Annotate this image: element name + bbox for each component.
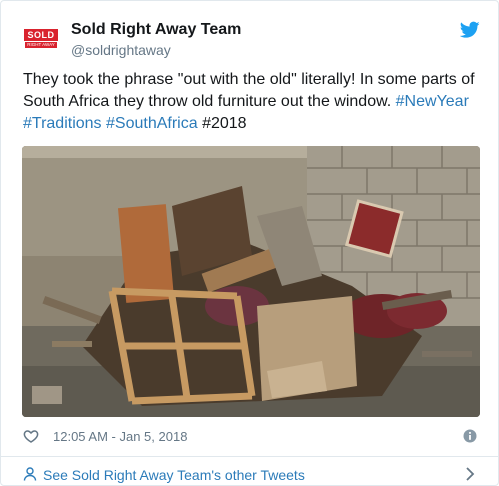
tweet-header: SOLD RIGHT AWAY Sold Right Away Team @so…	[23, 19, 480, 63]
tweet-timestamp[interactable]: 12:05 AM - Jan 5, 2018	[53, 429, 187, 444]
display-name[interactable]: Sold Right Away Team	[71, 21, 241, 39]
tweet-text-segment: #2018	[197, 115, 247, 132]
embedded-tweet-card: SOLD RIGHT AWAY Sold Right Away Team @so…	[0, 0, 499, 486]
tweet-photo[interactable]	[22, 146, 480, 417]
info-icon[interactable]	[463, 429, 477, 443]
heart-icon[interactable]	[23, 428, 39, 444]
twitter-bird-icon[interactable]	[460, 21, 480, 39]
tweet-text: They took the phrase "out with the old" …	[23, 69, 483, 135]
account-handle[interactable]: @soldrightaway	[71, 42, 171, 58]
furniture-pile-photo	[22, 146, 480, 417]
footer-divider	[1, 456, 498, 457]
hashtag-link[interactable]: #NewYear	[396, 93, 469, 110]
hashtag-link[interactable]: #SouthAfrica	[106, 115, 198, 132]
hashtag-link[interactable]: #Traditions	[23, 115, 102, 132]
chevron-right-icon	[466, 467, 475, 481]
tweet-meta-row: 12:05 AM - Jan 5, 2018	[23, 426, 481, 446]
other-tweets-label: See Sold Right Away Team's other Tweets	[43, 467, 305, 483]
avatar-logo-subtext: RIGHT AWAY	[25, 41, 57, 48]
other-tweets-link[interactable]: See Sold Right Away Team's other Tweets	[23, 464, 481, 484]
person-icon	[23, 467, 37, 481]
avatar[interactable]: SOLD RIGHT AWAY	[23, 25, 59, 51]
avatar-logo-text: SOLD	[24, 28, 58, 41]
